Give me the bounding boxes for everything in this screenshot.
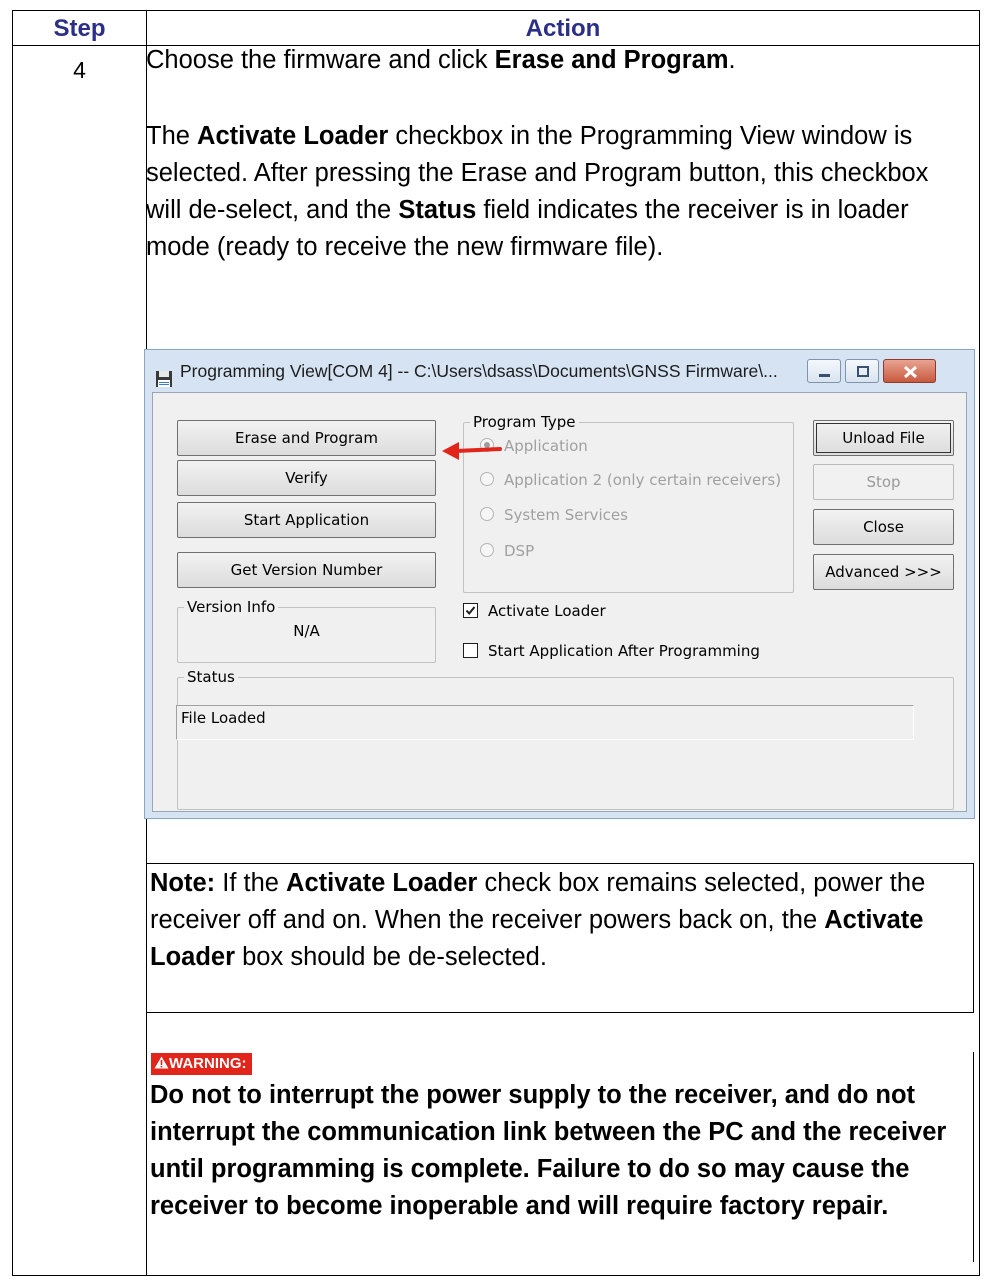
status-label: Status [184,668,238,686]
minimize-button[interactable] [807,359,841,383]
program-type-group: Program Type Application Application 2 (… [463,413,794,593]
note-label: Note: [150,869,216,897]
warning-text: Do not to interrupt the power supply to … [150,1081,947,1220]
p2-bold-activate-loader: Activate Loader [197,122,389,150]
p2-a: The [146,122,198,150]
advanced-button[interactable]: Advanced >>> [813,554,954,590]
note-box: Note: If the Activate Loader check box r… [146,863,974,1013]
checkbox-icon [463,642,478,658]
erase-and-program-button[interactable]: Erase and Program [177,420,436,456]
note-text-c: box should be de-selected. [235,943,547,971]
minimize-icon [819,374,830,377]
warning-box: WARNING: Do not to interrupt the power s… [146,1052,974,1262]
radio-icon [480,543,494,557]
start-application-button[interactable]: Start Application [177,502,436,538]
note-text-a: If the [215,869,287,897]
activate-loader-label: Activate Loader [488,602,606,620]
window-titlebar: Programming View[COM 4] -- C:\Users\dsas… [155,350,778,392]
verify-button[interactable]: Verify [177,460,436,496]
table-header-row: Step Action [13,11,979,46]
radio-dsp[interactable]: DSP [480,541,534,561]
note-bold-activate-loader: Activate Loader [286,869,478,897]
close-window-button[interactable] [883,359,936,383]
close-button[interactable]: Close [813,509,954,545]
start-after-programming-label: Start Application After Programming [488,642,760,660]
radio-dsp-label: DSP [504,542,535,560]
red-arrow-icon [442,442,502,460]
program-type-label: Program Type [470,413,579,431]
radio-application-2-label: Application 2 (only certain receivers) [504,471,782,489]
version-info-label: Version Info [184,598,279,616]
intro-bold: Erase and Program [494,46,729,74]
p2-bold-status: Status [398,196,477,224]
warning-triangle-icon [154,1056,169,1069]
radio-system-services[interactable]: System Services [480,505,628,525]
header-step: Step [53,15,106,42]
window-title: Programming View[COM 4] -- C:\Users\dsas… [180,361,778,381]
radio-icon [480,507,494,521]
unload-file-button[interactable]: Unload File [813,420,954,456]
activate-loader-checkbox[interactable]: Activate Loader [463,601,606,621]
version-info-group: Version Info N/A [177,598,436,663]
status-group: Status [177,668,954,810]
warning-badge: WARNING: [151,1053,252,1075]
warning-badge-label: WARNING: [169,1055,247,1072]
status-field: File Loaded [176,705,914,740]
step-number: 4 [73,57,86,83]
checkbox-checked-icon [463,602,478,618]
programming-view-window: Programming View[COM 4] -- C:\Users\dsas… [144,349,975,819]
stop-button[interactable]: Stop [813,464,954,500]
radio-system-services-label: System Services [504,506,628,524]
instruction-details: The Activate Loader checkbox in the Prog… [146,118,956,266]
radio-application-label: Application [504,437,588,455]
intro-text: Choose the firmware and click [146,46,495,74]
get-version-number-button[interactable]: Get Version Number [177,552,436,588]
floppy-disk-icon [155,361,173,388]
close-icon [903,365,918,379]
instruction-intro: Choose the firmware and click Erase and … [146,42,956,79]
intro-end: . [728,46,736,74]
maximize-button[interactable] [845,359,879,383]
radio-icon [480,472,494,486]
header-action: Action [525,15,601,42]
version-info-value: N/A [293,622,320,640]
dialog-client-area: Erase and Program Verify Start Applicati… [152,392,967,812]
start-after-programming-checkbox[interactable]: Start Application After Programming [463,641,760,661]
radio-application-2[interactable]: Application 2 (only certain receivers) [480,470,781,490]
maximize-icon [857,366,869,377]
